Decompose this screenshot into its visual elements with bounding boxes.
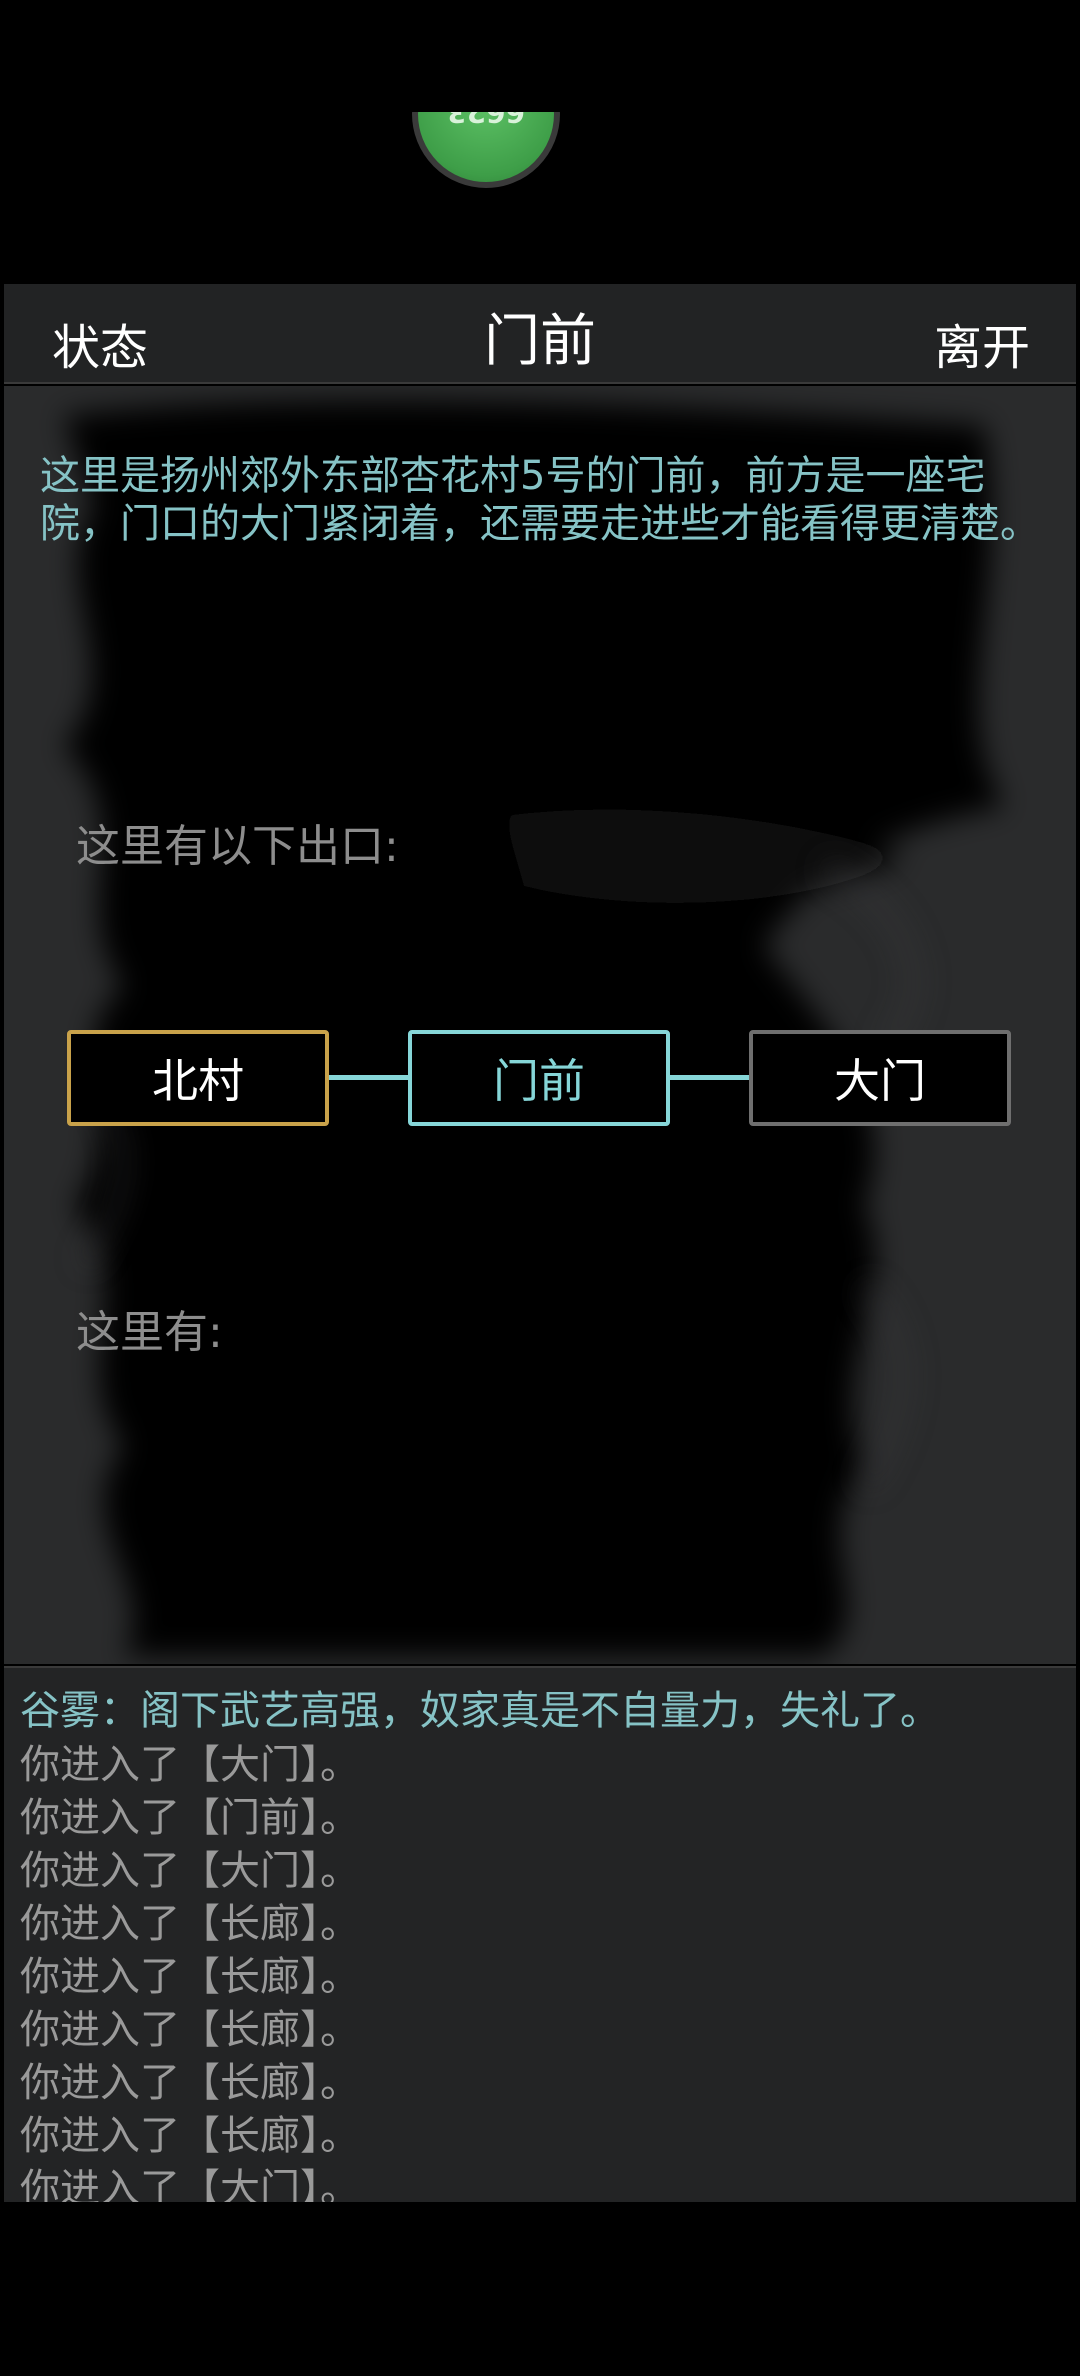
log-line: 你进入了【大门】。 bbox=[20, 1742, 360, 1788]
log-line: 你进入了【长廊】。 bbox=[20, 2113, 360, 2159]
log-line: 你进入了【长廊】。 bbox=[20, 1901, 360, 1947]
room-title: 门前 bbox=[484, 309, 596, 374]
exits-label: 这里有以下出口: bbox=[76, 821, 399, 872]
top-mask bbox=[0, 0, 1080, 112]
exit-connector bbox=[329, 1075, 408, 1080]
exit-connector bbox=[670, 1075, 749, 1080]
log-line: 你进入了【长廊】。 bbox=[20, 1954, 360, 2000]
leave-button[interactable]: 离开 bbox=[934, 308, 1030, 378]
header-bar: 状态 门前 离开 bbox=[4, 284, 1076, 384]
mist-background bbox=[64, 400, 1004, 1656]
log-line: 你进入了【大门】。 bbox=[20, 2166, 360, 2202]
game-screen: 6623 状态 门前 离开 这里是扬州郊外东部杏花村5号的门前，前方是一座宅院，… bbox=[0, 0, 1080, 2376]
room-scene: 这里是扬州郊外东部杏花村5号的门前，前方是一座宅院，门口的大门紧闭着，还需要走进… bbox=[4, 386, 1076, 1664]
log-line: 你进入了【长廊】。 bbox=[20, 2060, 360, 2106]
log-line: 你进入了【大门】。 bbox=[20, 1848, 360, 1894]
message-log[interactable]: 谷雾：阁下武艺高强，奴家真是不自量力，失礼了。 你进入了【大门】。 你进入了【门… bbox=[4, 1666, 1076, 2202]
log-line: 你进入了【门前】。 bbox=[20, 1795, 360, 1841]
room-description: 这里是扬州郊外东部杏花村5号的门前，前方是一座宅院，门口的大门紧闭着，还需要走进… bbox=[40, 453, 1040, 547]
exit-north-village[interactable]: 北村 bbox=[67, 1030, 329, 1126]
exit-current-room[interactable]: 门前 bbox=[408, 1030, 670, 1126]
exit-gate[interactable]: 大门 bbox=[749, 1030, 1011, 1126]
log-line: 你进入了【长廊】。 bbox=[20, 2007, 360, 2053]
log-line: 谷雾：阁下武艺高强，奴家真是不自量力，失礼了。 bbox=[20, 1688, 940, 1734]
here-label: 这里有: bbox=[76, 1307, 223, 1358]
